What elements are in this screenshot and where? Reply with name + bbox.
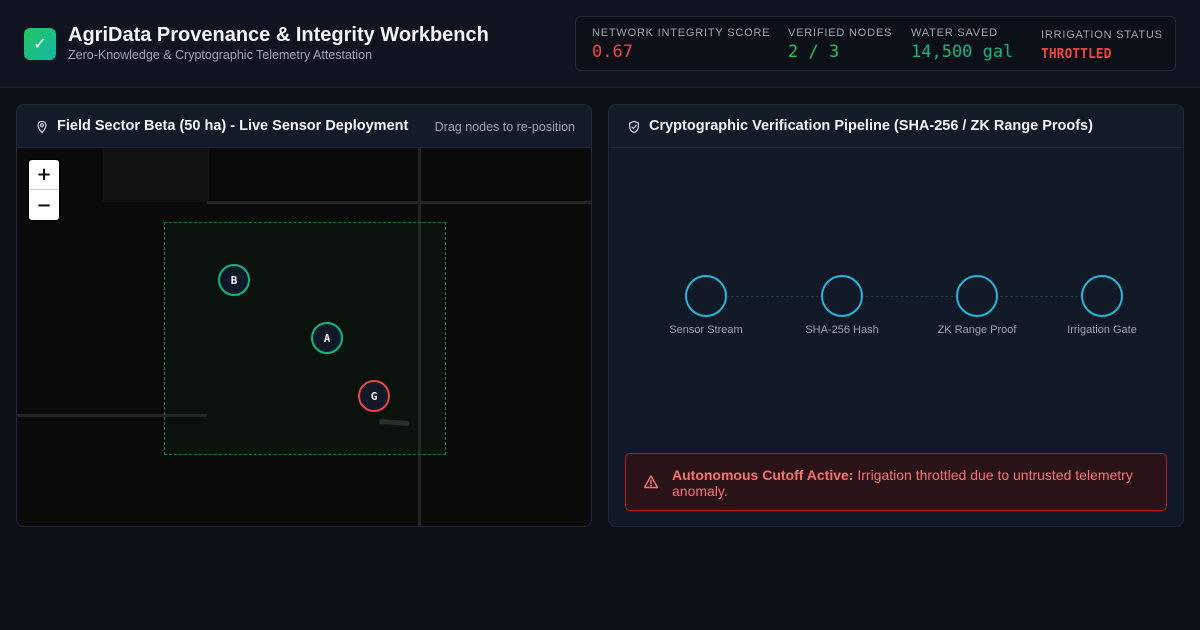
- pipeline-panel-header: Cryptographic Verification Pipeline (SHA…: [609, 105, 1183, 148]
- stage-label: SHA-256 Hash: [805, 324, 879, 336]
- zoom-in-button[interactable]: +: [29, 160, 59, 190]
- warning-icon: [643, 475, 659, 489]
- drag-hint: Drag nodes to re-position: [434, 120, 575, 134]
- stage-node: [956, 275, 998, 317]
- status-badge: THROTTLED: [1041, 47, 1112, 62]
- metric-label: Network Integrity Score: [592, 27, 771, 39]
- metric-label: Verified Nodes: [788, 27, 893, 39]
- stage-label: Irrigation Gate: [1067, 324, 1137, 336]
- zoom-out-button[interactable]: −: [29, 190, 59, 220]
- metric-irrigation-status: Irrigation Status THROTTLED: [1041, 29, 1163, 62]
- app-title: AgriData Provenance & Integrity Workbenc…: [68, 24, 489, 46]
- stage-node: [1081, 275, 1123, 317]
- metric-water-saved: Water Saved 14,500 gal: [911, 27, 1013, 62]
- shield-check-icon: [629, 120, 639, 134]
- metric-integrity-score: Network Integrity Score 0.67: [592, 27, 770, 62]
- pipeline-panel-title: Cryptographic Verification Pipeline (SHA…: [649, 118, 1093, 134]
- pipeline-stage-zk-range-proof[interactable]: ZK Range Proof: [922, 275, 1032, 336]
- metrics-bar: Network Integrity Score 0.67 Verified No…: [575, 16, 1176, 71]
- app-subtitle: Zero-Knowledge & Cryptographic Telemetry…: [68, 48, 373, 62]
- stage-label: ZK Range Proof: [937, 324, 1017, 336]
- stage-label: Sensor Stream: [669, 324, 743, 336]
- map-panel-title: Field Sector Beta (50 ha) - Live Sensor …: [57, 118, 409, 134]
- metric-value: 2 / 3: [788, 42, 840, 62]
- map-road: [207, 201, 591, 204]
- pipeline-stage-sensor-stream[interactable]: Sensor Stream: [651, 275, 761, 336]
- metric-verified-nodes: Verified Nodes 2 / 3: [788, 27, 892, 62]
- pipeline-stage-sha256-hash[interactable]: SHA-256 Hash: [787, 275, 897, 336]
- zoom-control: + −: [29, 160, 59, 220]
- sensor-node-g[interactable]: G: [358, 380, 390, 412]
- sensor-node-a[interactable]: A: [311, 322, 343, 354]
- map-panel: Field Sector Beta (50 ha) - Live Sensor …: [16, 104, 592, 527]
- stage-node: [821, 275, 863, 317]
- sensor-node-b[interactable]: B: [218, 264, 250, 296]
- alert-text: Autonomous Cutoff Active: Irrigation thr…: [672, 467, 1162, 499]
- stage-node: [685, 275, 727, 317]
- pipeline-stage-irrigation-gate[interactable]: Irrigation Gate: [1047, 275, 1157, 336]
- cutoff-alert: Autonomous Cutoff Active: Irrigation thr…: [625, 453, 1167, 511]
- field-map[interactable]: + − B A G: [17, 148, 591, 526]
- metric-value: 0.67: [592, 42, 633, 62]
- metric-label: Water Saved: [911, 27, 998, 39]
- alert-title: Autonomous Cutoff Active:: [672, 467, 854, 483]
- metric-value: 14,500 gal: [911, 42, 1014, 62]
- metric-label: Irrigation Status: [1041, 29, 1163, 41]
- map-pin-icon: [37, 120, 47, 134]
- map-panel-header: Field Sector Beta (50 ha) - Live Sensor …: [17, 105, 591, 148]
- app-header: ✓ AgriData Provenance & Integrity Workbe…: [0, 0, 1200, 88]
- pipeline-panel: Cryptographic Verification Pipeline (SHA…: [608, 104, 1184, 527]
- pipeline-connector: [706, 296, 1103, 297]
- map-building: [103, 148, 209, 202]
- field-sector-boundary: [164, 222, 446, 455]
- app-logo-icon: ✓: [24, 28, 56, 60]
